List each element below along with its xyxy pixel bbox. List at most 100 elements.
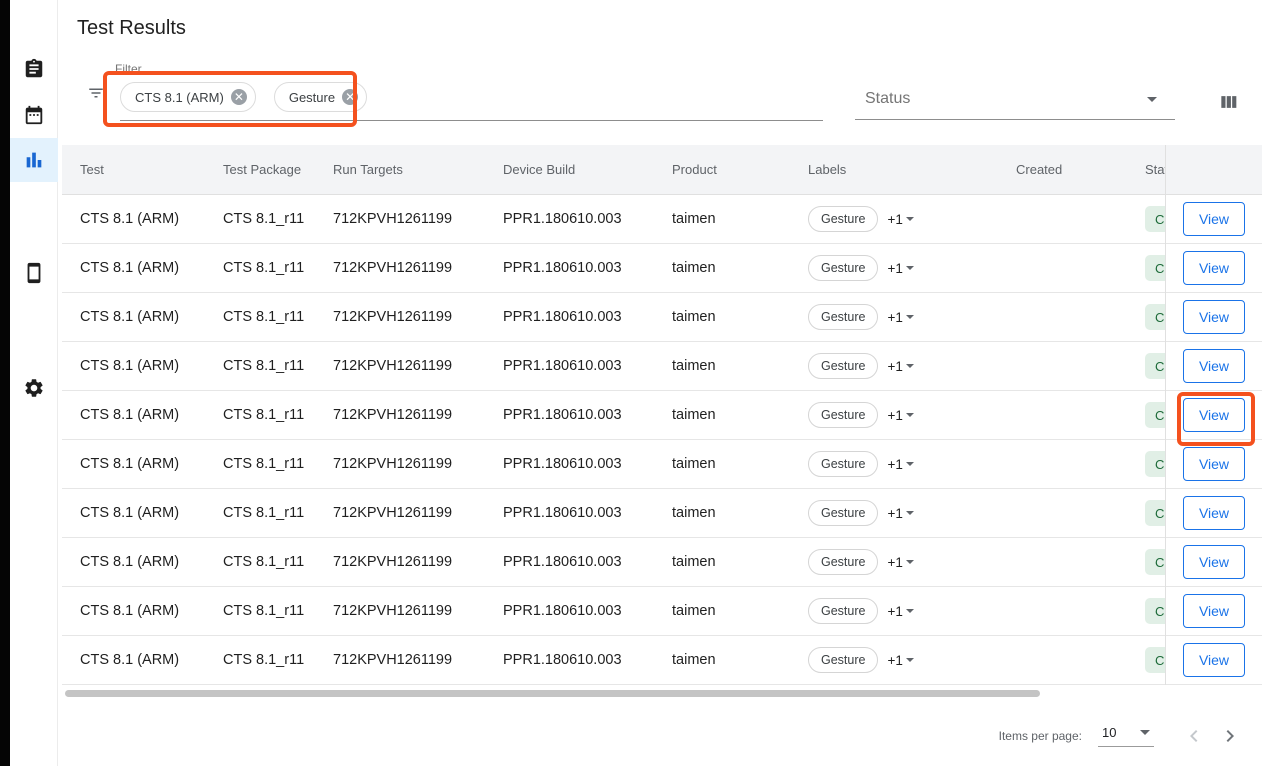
app-window: Test Results Filter CTS 8.1 (ARM) ✕ Gest… (0, 0, 1266, 766)
cell-test-package: CTS 8.1_r11 (205, 456, 315, 472)
view-button[interactable]: View (1183, 300, 1245, 334)
label-chip: Gesture (808, 451, 878, 477)
cell-test: CTS 8.1 (ARM) (62, 456, 205, 472)
label-chip: Gesture (808, 206, 878, 232)
next-page-button[interactable] (1218, 724, 1242, 748)
cell-labels: Gesture +1 (790, 402, 998, 428)
labels-expand[interactable]: +1 (887, 310, 913, 325)
cell-test: CTS 8.1 (ARM) (62, 603, 205, 619)
view-button[interactable]: View (1183, 398, 1245, 432)
chevron-right-icon (1218, 724, 1242, 748)
column-header-run-targets: Run Targets (315, 162, 485, 177)
cell-labels: Gesture +1 (790, 549, 998, 575)
filter-chips: CTS 8.1 (ARM) ✕ Gesture ✕ (120, 82, 367, 112)
cell-run-targets: 712KPVH1261199 (315, 652, 485, 668)
table-row: CTS 8.1 (ARM) CTS 8.1_r11 712KPVH1261199… (62, 587, 1165, 636)
view-button[interactable]: View (1183, 202, 1245, 236)
view-cell: View (1166, 342, 1262, 391)
cell-test-package: CTS 8.1_r11 (205, 505, 315, 521)
label-chip: Gesture (808, 402, 878, 428)
labels-expand[interactable]: +1 (887, 261, 913, 276)
filter-list-icon[interactable] (87, 84, 105, 102)
labels-expand[interactable]: +1 (887, 359, 913, 374)
table-row: CTS 8.1 (ARM) CTS 8.1_r11 712KPVH1261199… (62, 489, 1165, 538)
smartphone-icon (23, 262, 45, 284)
page-size-select[interactable]: 10 (1098, 725, 1154, 747)
cell-test-package: CTS 8.1_r11 (205, 358, 315, 374)
caret-down-icon (906, 560, 914, 564)
labels-more-count: +1 (887, 310, 902, 325)
view-button[interactable]: View (1183, 251, 1245, 285)
horizontal-scrollbar[interactable] (65, 690, 1040, 697)
cell-run-targets: 712KPVH1261199 (315, 211, 485, 227)
cell-labels: Gesture +1 (790, 304, 998, 330)
sidebar-item-devices[interactable] (10, 251, 58, 295)
cell-device-build: PPR1.180610.003 (485, 407, 654, 423)
label-chip: Gesture (808, 549, 878, 575)
labels-expand[interactable]: +1 (887, 457, 913, 472)
previous-page-button[interactable] (1182, 724, 1206, 748)
sidebar-item-tests[interactable] (10, 47, 58, 91)
filter-chip[interactable]: Gesture ✕ (274, 82, 367, 112)
view-button[interactable]: View (1183, 496, 1245, 530)
cell-device-build: PPR1.180610.003 (485, 456, 654, 472)
labels-expand[interactable]: +1 (887, 653, 913, 668)
cell-run-targets: 712KPVH1261199 (315, 407, 485, 423)
view-button[interactable]: View (1183, 447, 1245, 481)
labels-expand[interactable]: +1 (887, 212, 913, 227)
cell-test: CTS 8.1 (ARM) (62, 358, 205, 374)
left-edge-strip (0, 0, 10, 766)
cell-run-targets: 712KPVH1261199 (315, 309, 485, 325)
filter-chip[interactable]: CTS 8.1 (ARM) ✕ (120, 82, 256, 112)
cell-test-package: CTS 8.1_r11 (205, 260, 315, 276)
labels-expand[interactable]: +1 (887, 506, 913, 521)
table-scroll-region: Test Test Package Run Targets Device Bui… (62, 145, 1165, 685)
cell-status: C (1127, 451, 1165, 477)
caret-down-icon (906, 413, 914, 417)
clipboard-icon (23, 58, 45, 80)
status-badge: C (1145, 255, 1165, 281)
cell-device-build: PPR1.180610.003 (485, 652, 654, 668)
cell-test: CTS 8.1 (ARM) (62, 505, 205, 521)
close-circle-icon[interactable]: ✕ (342, 89, 358, 105)
labels-expand[interactable]: +1 (887, 555, 913, 570)
cell-status: C (1127, 402, 1165, 428)
view-cell: View (1166, 587, 1262, 636)
label-chip: Gesture (808, 353, 878, 379)
sidebar-item-plans[interactable] (10, 93, 58, 137)
table-row: CTS 8.1 (ARM) CTS 8.1_r11 712KPVH1261199… (62, 244, 1165, 293)
caret-down-icon (906, 266, 914, 270)
labels-more-count: +1 (887, 604, 902, 619)
cell-run-targets: 712KPVH1261199 (315, 456, 485, 472)
view-button[interactable]: View (1183, 349, 1245, 383)
labels-more-count: +1 (887, 457, 902, 472)
cell-device-build: PPR1.180610.003 (485, 211, 654, 227)
view-button[interactable]: View (1183, 643, 1245, 677)
cell-run-targets: 712KPVH1261199 (315, 260, 485, 276)
close-circle-icon[interactable]: ✕ (231, 89, 247, 105)
cell-test-package: CTS 8.1_r11 (205, 407, 315, 423)
caret-down-icon (1147, 97, 1157, 102)
caret-down-icon (906, 217, 914, 221)
cell-product: taimen (654, 358, 790, 374)
labels-expand[interactable]: +1 (887, 408, 913, 423)
cell-status: C (1127, 598, 1165, 624)
status-select[interactable]: Status (855, 79, 1175, 120)
view-button[interactable]: View (1183, 545, 1245, 579)
view-button[interactable]: View (1183, 594, 1245, 628)
cell-labels: Gesture +1 (790, 206, 998, 232)
filter-bar: Filter CTS 8.1 (ARM) ✕ Gesture ✕ Status (58, 57, 1266, 145)
filter-chip-label: Gesture (289, 90, 335, 105)
sidebar-item-test-results[interactable] (10, 138, 58, 182)
filter-input-underline (120, 120, 823, 121)
page-header: Test Results (58, 0, 1266, 57)
view-cell: View (1166, 244, 1262, 293)
cell-product: taimen (654, 603, 790, 619)
cell-test-package: CTS 8.1_r11 (205, 211, 315, 227)
cell-run-targets: 712KPVH1261199 (315, 505, 485, 521)
labels-expand[interactable]: +1 (887, 604, 913, 619)
sidebar-item-settings[interactable] (10, 366, 58, 410)
results-table: Test Test Package Run Targets Device Bui… (62, 145, 1262, 685)
view-columns-icon[interactable] (1218, 92, 1238, 112)
caret-down-icon (1140, 730, 1150, 735)
